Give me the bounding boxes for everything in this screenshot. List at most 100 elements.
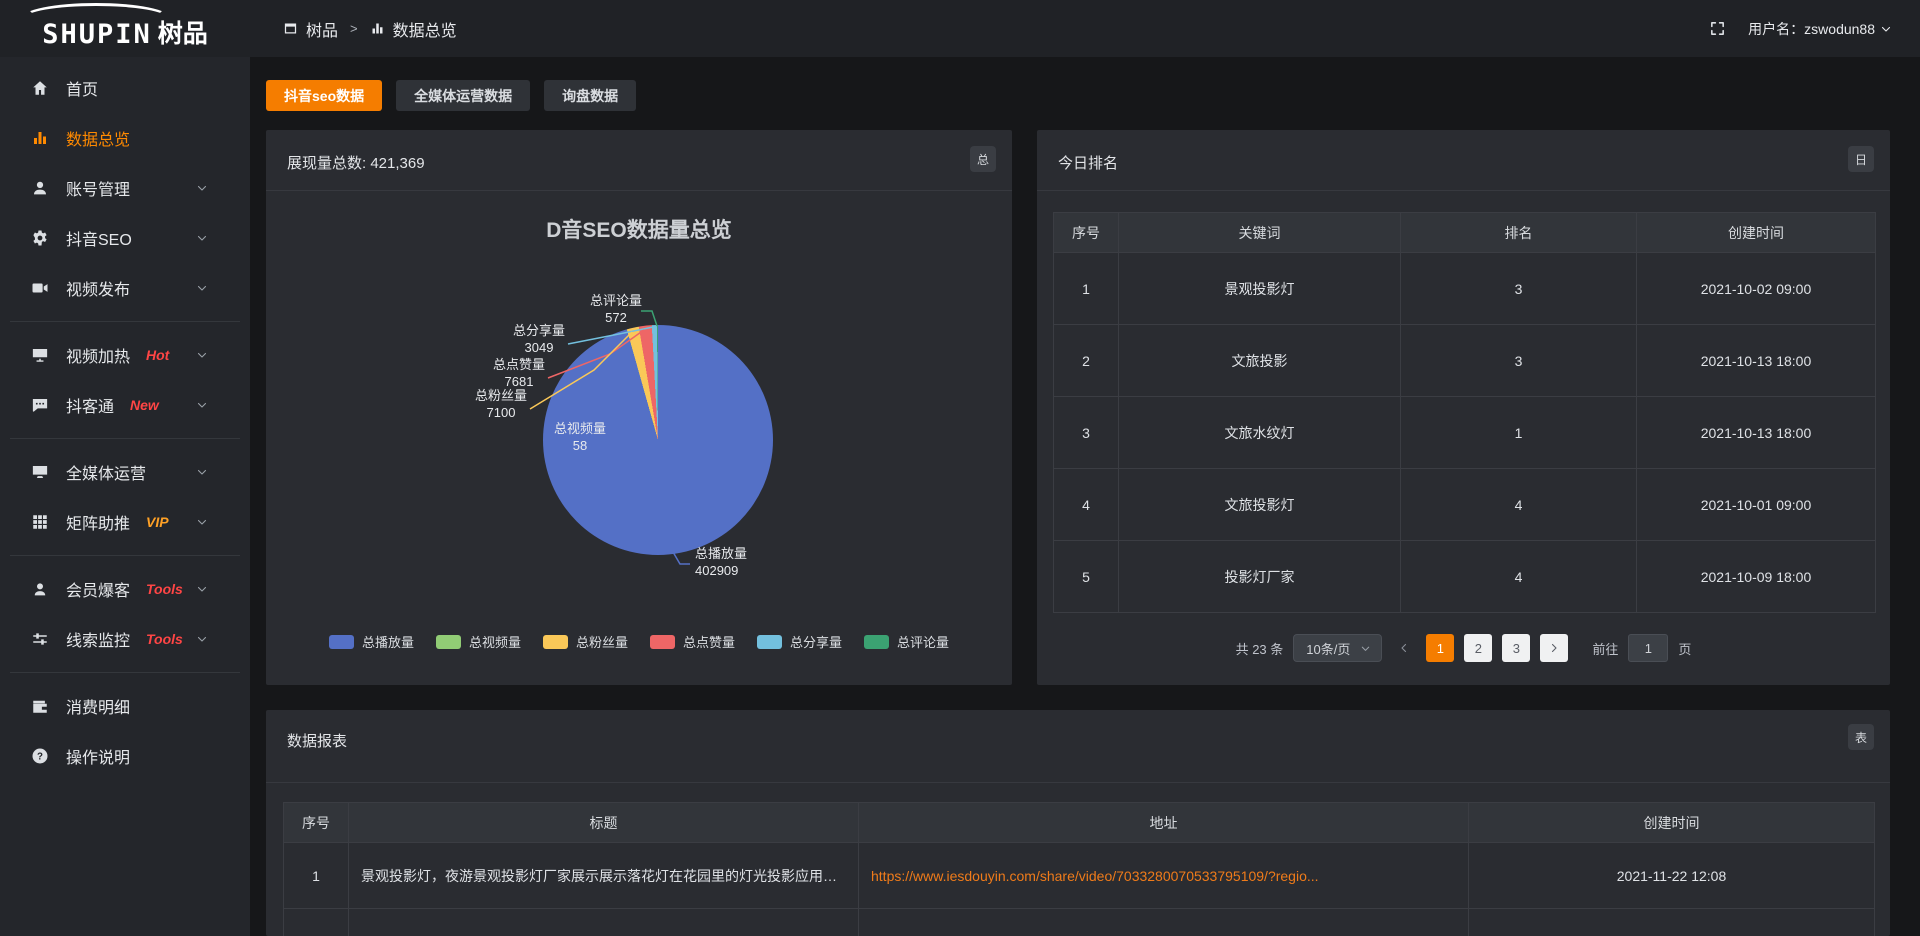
report-date-cell: 2021-11-22 12:08 (1469, 843, 1875, 909)
pie-label-name: 总点赞量 (493, 357, 545, 374)
sidebar-item-label: 线索监控 (66, 627, 130, 651)
pie-label-总评论量: 总评论量572 (590, 293, 642, 327)
chevron-down-icon (192, 282, 212, 294)
legend-swatch (543, 635, 568, 649)
legend-item-总评论量[interactable]: 总评论量 (864, 632, 949, 651)
pie-label-总播放量: 总播放量402909 (695, 546, 747, 580)
sidebar-item-11[interactable]: 线索监控 Tools (0, 614, 250, 664)
table-cell: 1 (284, 843, 349, 909)
tab-2[interactable]: 全媒体运营数据 (396, 80, 530, 111)
chevron-down-icon (192, 232, 212, 244)
sidebar-item-1[interactable]: 首页 (0, 63, 250, 113)
monitor-icon (30, 463, 50, 481)
sidebar-item-4[interactable]: 抖音SEO (0, 213, 250, 263)
sidebar-item-badge: Tools (146, 631, 183, 647)
sidebar-item-13[interactable]: ?操作说明 (0, 731, 250, 781)
user-menu[interactable]: 用户名：zswodun88 (1748, 19, 1892, 39)
page-button-2[interactable]: 2 (1464, 634, 1492, 662)
pie-label-name: 总播放量 (695, 546, 747, 563)
pie-label-总点赞量: 总点赞量7681 (493, 357, 545, 391)
prev-page-icon[interactable] (1392, 642, 1416, 654)
sidebar-item-2[interactable]: 数据总览 (0, 113, 250, 163)
tab-3[interactable]: 询盘数据 (544, 80, 636, 111)
app-window-icon (283, 21, 298, 36)
total-badge-button[interactable]: 总 (970, 146, 996, 172)
sidebar-item-8[interactable]: 全媒体运营 (0, 447, 250, 497)
video-link[interactable]: https://www.iesdouyin.com/share/video/70… (871, 868, 1319, 884)
table-cell: 2 (1054, 325, 1119, 397)
table-cell: 文旅水纹灯 (1119, 397, 1401, 469)
goto-page-input[interactable] (1628, 634, 1668, 662)
sidebar-item-badge: New (130, 397, 159, 413)
report-title-cell: 景观投影灯，夜游景观投影灯厂家展示展示落花灯在花园里的灯光投影应用效果 # (349, 843, 859, 909)
question-icon: ? (30, 747, 50, 765)
legend-item-总粉丝量[interactable]: 总粉丝量 (543, 632, 628, 651)
panel-divider (1037, 190, 1890, 191)
report-column-header: 标题 (349, 803, 859, 843)
legend-label: 总播放量 (362, 632, 414, 651)
legend-label: 总分享量 (790, 632, 842, 651)
tab-1[interactable]: 抖音seo数据 (266, 80, 382, 111)
sidebar-item-5[interactable]: 视频发布 (0, 263, 250, 313)
chevron-down-icon (1880, 23, 1892, 35)
sidebar-item-6[interactable]: 视频加热Hot (0, 330, 250, 380)
page-size-select[interactable]: 10条/页 (1293, 634, 1382, 662)
legend-swatch (650, 635, 675, 649)
legend-item-总点赞量[interactable]: 总点赞量 (650, 632, 735, 651)
legend-item-总分享量[interactable]: 总分享量 (757, 632, 842, 651)
table-row[interactable]: 1景观投影灯32021-10-02 09:00 (1054, 253, 1876, 325)
sidebar-item-12[interactable]: 消费明细 (0, 681, 250, 731)
ranking-column-header: 关键词 (1119, 213, 1401, 253)
member-icon (30, 580, 50, 598)
table-cell (859, 909, 1469, 936)
page-button-3[interactable]: 3 (1502, 634, 1530, 662)
fullscreen-icon[interactable] (1709, 20, 1726, 37)
sidebar-item-label: 消费明细 (66, 694, 130, 718)
overview-panel: 展现量总数: 421,369 总 D音SEO数据量总览 总评论量572总分享量3… (266, 130, 1012, 685)
breadcrumb-current[interactable]: 数据总览 (393, 17, 457, 41)
pie-label-name: 总粉丝量 (475, 388, 527, 405)
table-cell: 景观投影灯 (1119, 253, 1401, 325)
table-cell: 2021-10-13 18:00 (1637, 325, 1876, 397)
table-row[interactable]: 3文旅水纹灯12021-10-13 18:00 (1054, 397, 1876, 469)
ranking-table-header: 序号关键词排名创建时间 (1054, 213, 1876, 253)
sidebar-nav: 首页数据总览账号管理抖音SEO视频发布视频加热Hot抖客通New全媒体运营矩阵助… (0, 57, 250, 936)
user-icon (30, 179, 50, 197)
chat-icon (30, 396, 50, 414)
table-cell: 2021-10-01 09:00 (1637, 469, 1876, 541)
impressions-total-label: 展现量总数: 421,369 (287, 152, 425, 173)
sidebar-item-10[interactable]: 会员爆客Tools (0, 564, 250, 614)
report-column-header: 创建时间 (1469, 803, 1875, 843)
legend-item-总视频量[interactable]: 总视频量 (436, 632, 521, 651)
next-page-button[interactable] (1540, 634, 1568, 662)
table-row[interactable]: 1景观投影灯，夜游景观投影灯厂家展示展示落花灯在花园里的灯光投影应用效果 # ht… (284, 843, 1875, 909)
legend-swatch (864, 635, 889, 649)
day-badge-button[interactable]: 日 (1848, 146, 1874, 172)
pagination-total: 共 23 条 (1236, 639, 1284, 658)
table-cell: 3 (1401, 325, 1637, 397)
legend-item-总播放量[interactable]: 总播放量 (329, 632, 414, 651)
sidebar-item-label: 首页 (66, 76, 98, 100)
table-cell (284, 909, 349, 936)
breadcrumb-root[interactable]: 树品 (306, 17, 338, 41)
ranking-column-header: 创建时间 (1637, 213, 1876, 253)
legend-label: 总视频量 (469, 632, 521, 651)
table-row (284, 909, 1875, 936)
sidebar-item-label: 矩阵助推 (66, 510, 130, 534)
table-row[interactable]: 2文旅投影32021-10-13 18:00 (1054, 325, 1876, 397)
pie-label-value: 572 (590, 310, 642, 327)
sidebar-item-9[interactable]: 矩阵助推VIP (0, 497, 250, 547)
user-label: 用户名：zswodun88 (1748, 19, 1875, 39)
table-cell: 3 (1054, 397, 1119, 469)
table-row[interactable]: 5投影灯厂家42021-10-09 18:00 (1054, 541, 1876, 613)
sidebar-item-7[interactable]: 抖客通New (0, 380, 250, 430)
table-badge-button[interactable]: 表 (1848, 724, 1874, 750)
sidebar-item-3[interactable]: 账号管理 (0, 163, 250, 213)
table-row[interactable]: 4文旅投影灯42021-10-01 09:00 (1054, 469, 1876, 541)
report-panel: 数据报表 表 序号标题地址创建时间 1景观投影灯，夜游景观投影灯厂家展示展示落花… (266, 710, 1890, 936)
page-button-1[interactable]: 1 (1426, 634, 1454, 662)
sidebar-item-label: 视频加热 (66, 343, 130, 367)
pie-label-总视频量: 总视频量58 (554, 421, 606, 455)
table-cell: 2021-10-13 18:00 (1637, 397, 1876, 469)
grid-icon (30, 513, 50, 531)
